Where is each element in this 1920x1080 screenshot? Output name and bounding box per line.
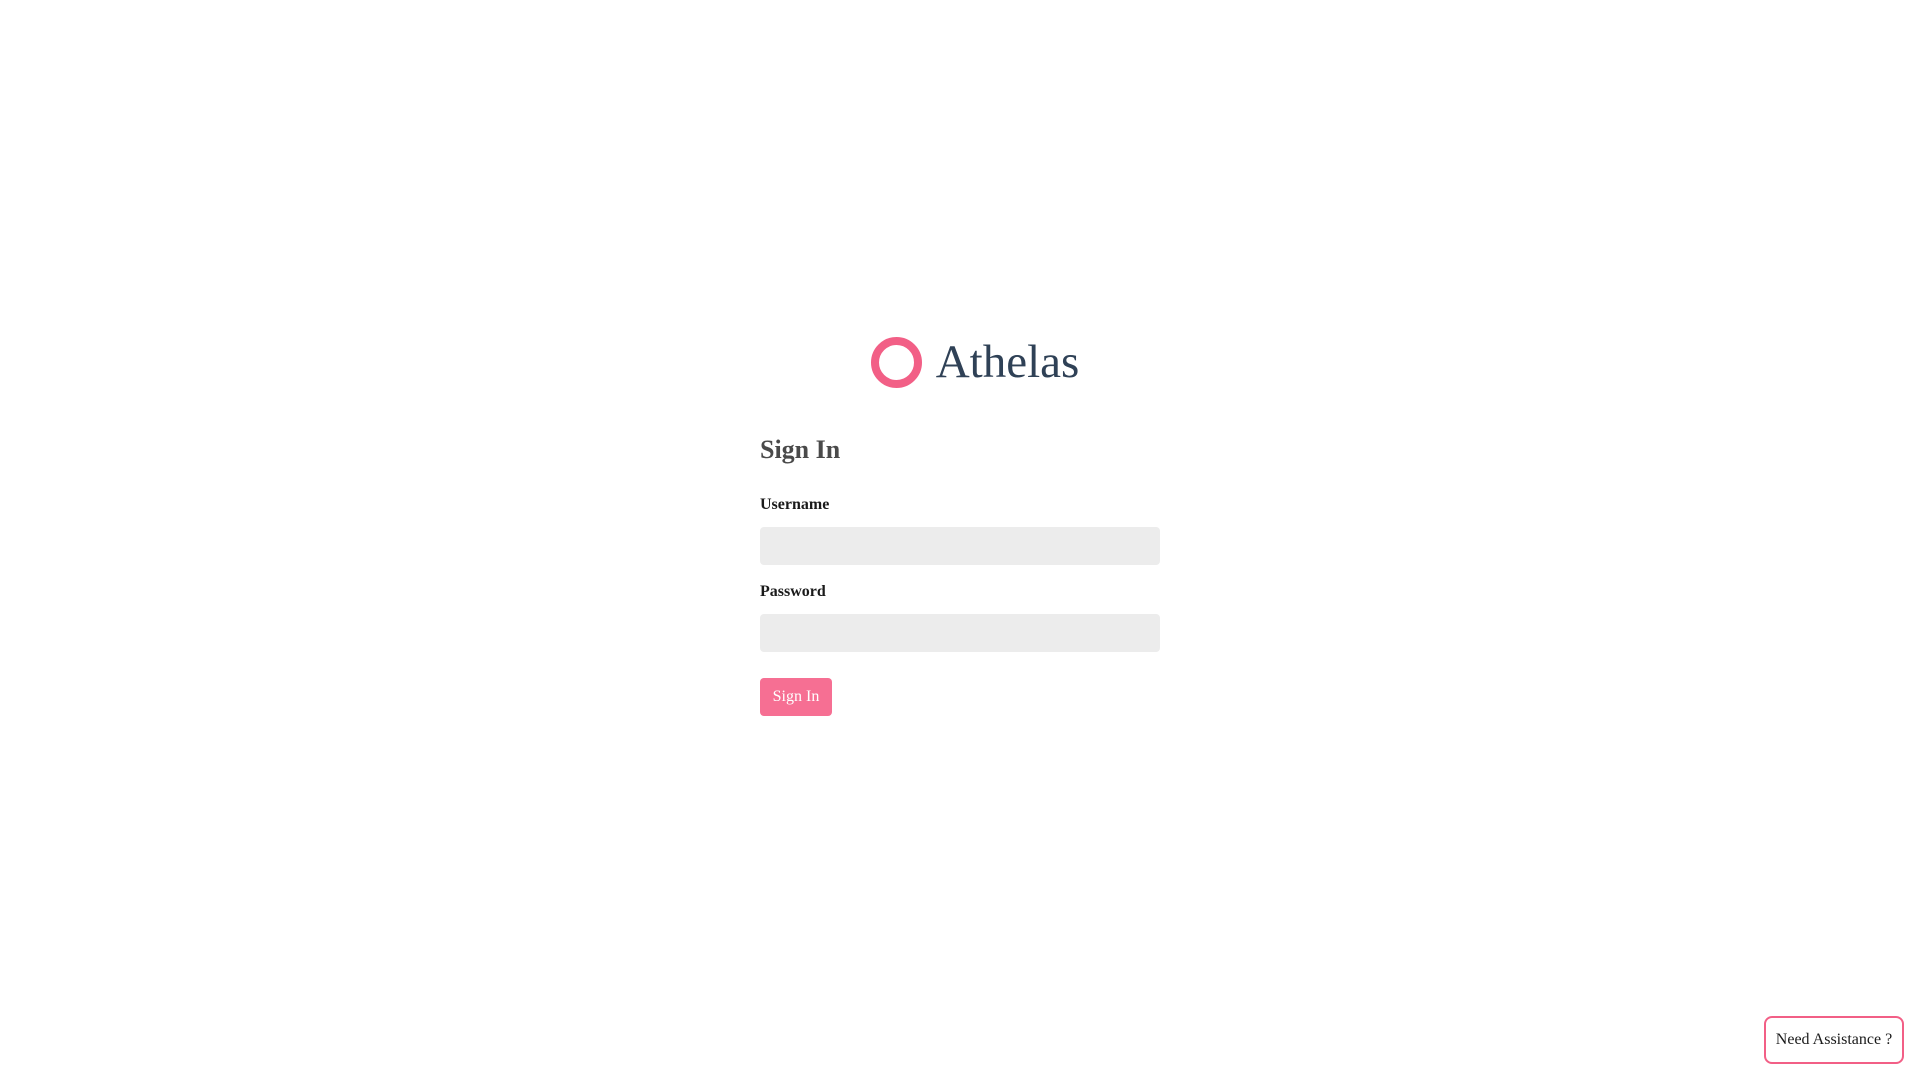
username-label: Username (760, 496, 830, 513)
brand-name: Athelas (935, 336, 1080, 388)
sign-in-page: Athelas Sign In Username Password Sign I… (0, 0, 1920, 1080)
password-input[interactable] (760, 614, 1160, 652)
brand-logo: Athelas (870, 332, 1080, 392)
brand-header: Athelas (0, 332, 1920, 392)
need-assistance-button[interactable]: Need Assistance ? (1764, 1016, 1904, 1064)
sign-in-button[interactable]: Sign In (760, 678, 832, 716)
sign-in-form: Sign In Username Password Sign In (760, 430, 1160, 716)
ring-logo-icon (870, 336, 922, 388)
username-input[interactable] (760, 527, 1160, 565)
password-label: Password (760, 583, 826, 600)
page-title: Sign In (760, 435, 841, 464)
